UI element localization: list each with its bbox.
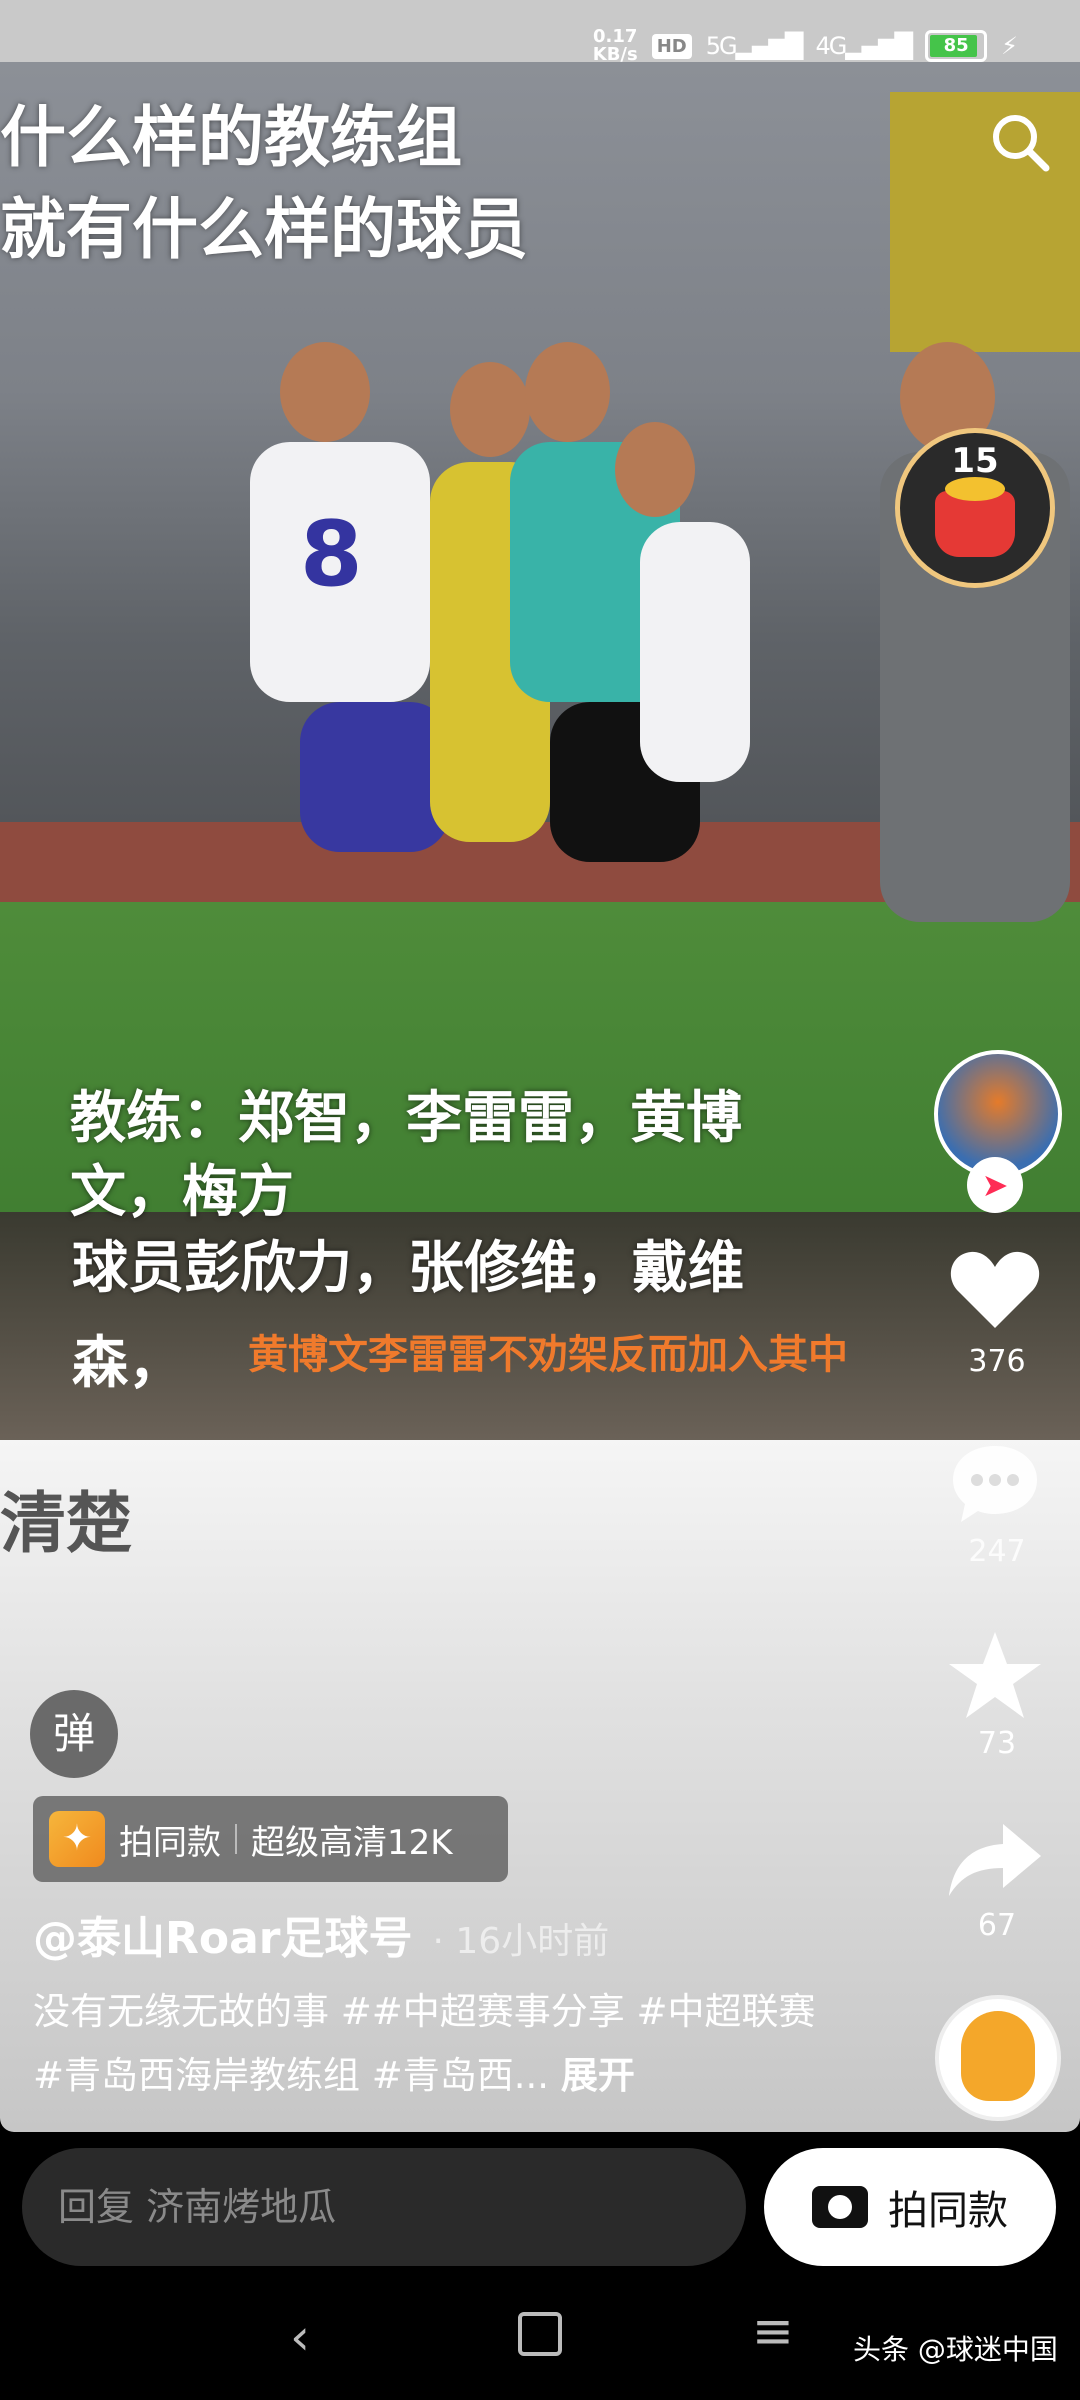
music-disc[interactable] bbox=[935, 1995, 1061, 2121]
video-subtitle: 教练：郑智，李雷雷，黄博 文，梅方 bbox=[70, 1082, 930, 1230]
author-name[interactable]: @泰山Roar足球号 bbox=[33, 1902, 413, 1966]
system-nav-bar: ‹ ≡ 头条 @球迷中国 bbox=[0, 2268, 1080, 2400]
subtitle-highlight: 黄博文李雷雷不劝架反而加入其中 bbox=[248, 1332, 848, 1378]
same-style-bar[interactable]: ✦ 拍同款 超级高清12K bbox=[33, 1796, 508, 1882]
star-icon[interactable] bbox=[945, 1626, 1045, 1726]
description-text: 没有无缘无故的事 ##中超赛事分享 #中超联赛 #青岛西海岸教练组 #青岛西..… bbox=[33, 1990, 816, 2097]
share-count: 67 bbox=[977, 1908, 1017, 1943]
danmaku-toggle-button[interactable]: 弹 bbox=[30, 1690, 118, 1778]
signal-5g: 5G▂▄▆█ bbox=[705, 32, 804, 60]
charging-icon: ⚡ bbox=[1001, 32, 1018, 60]
favorite-count: 73 bbox=[977, 1726, 1017, 1761]
expand-link[interactable]: 展开 bbox=[561, 2054, 635, 2097]
back-icon[interactable]: ‹ bbox=[290, 2308, 310, 2366]
player-head bbox=[615, 422, 695, 517]
comment-count: 247 bbox=[968, 1534, 1026, 1569]
kangaroo-icon bbox=[961, 2011, 1035, 2101]
camera-icon bbox=[812, 2186, 868, 2228]
subtitle-line-4: 森， bbox=[72, 1331, 184, 1396]
status-icons: 0.17 KB/s HD 5G▂▄▆█ 4G▂▄▆█ 85 ⚡ bbox=[593, 28, 1018, 64]
post-time: · 16小时前 bbox=[432, 1921, 610, 1962]
status-bar: 0.17 KB/s HD 5G▂▄▆█ 4G▂▄▆█ 85 ⚡ bbox=[0, 0, 1080, 64]
red-envelope-icon bbox=[935, 477, 1015, 557]
subtitle-line-1: 教练：郑智，李雷雷，黄博 bbox=[70, 1086, 742, 1151]
sparkle-icon: ✦ bbox=[49, 1811, 105, 1867]
video-caption-top: 什么样的教练组 就有什么样的球员 bbox=[0, 92, 760, 276]
same-style-label: 拍同款 bbox=[119, 1822, 221, 1863]
battery-level: 85 bbox=[943, 35, 969, 56]
caption-line-1: 什么样的教练组 bbox=[0, 99, 462, 176]
author-info: @泰山Roar足球号 · 16小时前 bbox=[33, 1902, 609, 1966]
comment-icon[interactable] bbox=[945, 1434, 1045, 1534]
share-icon[interactable] bbox=[945, 1810, 1045, 1910]
menu-icon[interactable]: ≡ bbox=[752, 2302, 794, 2360]
shoot-same-label: 拍同款 bbox=[888, 2188, 1008, 2234]
like-count: 376 bbox=[968, 1344, 1026, 1379]
watermark: 头条 @球迷中国 bbox=[853, 2333, 1058, 2366]
comment-bar: 回复 济南烤地瓜 拍同款 bbox=[0, 2132, 1080, 2268]
heart-icon[interactable] bbox=[945, 1240, 1045, 1340]
battery-icon: 85 bbox=[925, 30, 988, 62]
faded-frame-text: 清楚 bbox=[0, 1485, 132, 1562]
reward-badge[interactable]: 15 bbox=[895, 428, 1055, 588]
network-speed: 0.17 KB/s bbox=[593, 28, 638, 64]
player-shorts bbox=[300, 702, 450, 852]
home-icon[interactable] bbox=[518, 2312, 562, 2356]
search-icon[interactable] bbox=[988, 110, 1052, 174]
subtitle-line-3: 球员彭欣力，张修维，戴维 bbox=[72, 1236, 744, 1301]
video-description: 没有无缘无故的事 ##中超赛事分享 #中超联赛 #青岛西海岸教练组 #青岛西..… bbox=[33, 1980, 823, 2108]
super-hd-label: 超级高清12K bbox=[251, 1822, 453, 1863]
shoot-same-button[interactable]: 拍同款 bbox=[764, 2148, 1056, 2266]
divider bbox=[235, 1824, 237, 1854]
hd-badge: HD bbox=[651, 33, 692, 59]
follow-button[interactable]: ➤ bbox=[967, 1157, 1023, 1213]
signal-4g-label: 4G bbox=[815, 32, 847, 60]
reward-count: 15 bbox=[951, 441, 999, 481]
reply-input[interactable]: 回复 济南烤地瓜 bbox=[22, 2148, 746, 2266]
player-head bbox=[450, 362, 530, 457]
video-subtitle-2: 球员彭欣力，张修维，戴维 bbox=[72, 1232, 932, 1306]
player-head bbox=[525, 342, 610, 442]
signal-4g: 4G▂▄▆█ bbox=[815, 32, 913, 60]
player-number: 8 bbox=[300, 502, 363, 607]
caption-line-2: 就有什么样的球员 bbox=[0, 191, 528, 268]
subtitle-line-2: 文，梅方 bbox=[70, 1160, 294, 1225]
player-white-shirt-2 bbox=[640, 522, 750, 782]
video-player[interactable]: 8 什么样的教练组 就有什么样的球员 教练：郑智，李雷雷，黄博 文，梅方 球员彭… bbox=[0, 62, 1080, 1440]
signal-5g-label: 5G bbox=[705, 32, 738, 60]
player-head bbox=[280, 342, 370, 442]
